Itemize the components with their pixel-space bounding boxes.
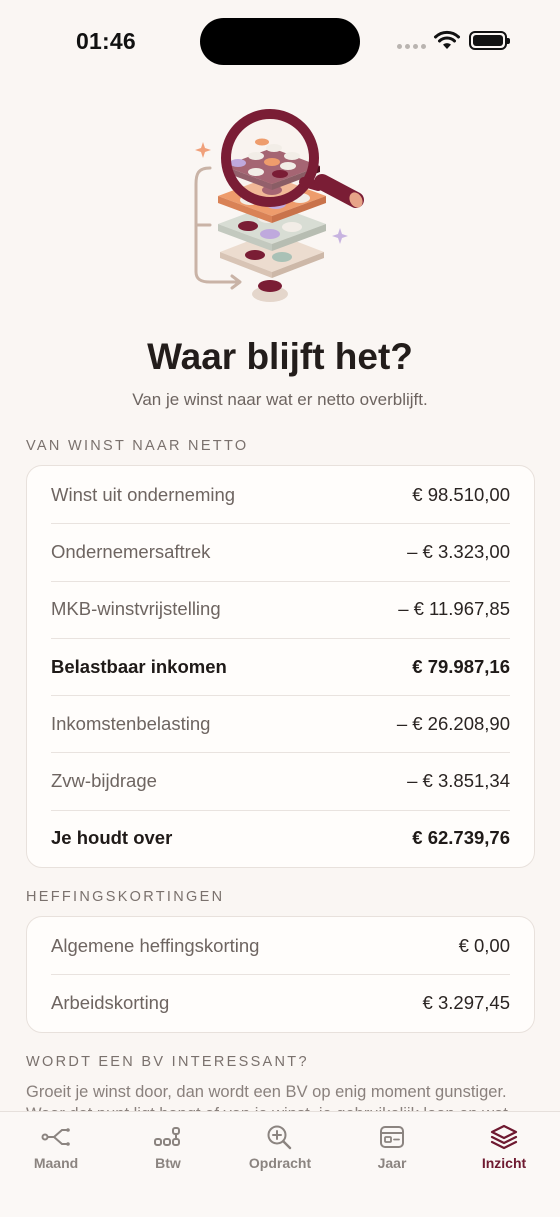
status-bar: 01:46 (0, 0, 560, 84)
tab-label: Inzicht (481, 1155, 527, 1171)
dots-icon (154, 1127, 180, 1146)
row-value: € 0,00 (458, 934, 510, 956)
tab-label: Opdracht (248, 1155, 312, 1171)
tab-inzicht[interactable]: Inzicht (454, 1124, 554, 1171)
row-label: MKB-winstvrijstelling (51, 598, 221, 620)
row-label: Belastbaar inkomen (51, 655, 227, 677)
row-zvw-bijdrage: Zvw-bijdrage – € 3.851,34 (27, 752, 534, 809)
row-value: – € 11.967,85 (398, 598, 510, 620)
signal-icon (397, 44, 426, 49)
row-value: € 79.987,16 (412, 655, 510, 677)
page-title: Waar blijft het? (147, 336, 413, 377)
row-value: – € 3.851,34 (407, 770, 510, 792)
row-label: Ondernemersaftrek (51, 540, 211, 562)
tab-label: Maand (33, 1155, 79, 1171)
row-label: Winst uit onderneming (51, 483, 236, 505)
row-je-houdt-over: Je houdt over € 62.739,76 (27, 809, 534, 867)
dynamic-island (200, 18, 360, 65)
row-value: – € 3.323,00 (407, 540, 510, 562)
status-time: 01:46 (76, 28, 136, 54)
row-label: Arbeidskorting (51, 991, 170, 1013)
row-value: € 98.510,00 (412, 483, 510, 505)
tab-maand[interactable]: Maand (6, 1124, 106, 1171)
wifi-icon (434, 30, 460, 49)
tab-label: Jaar (377, 1155, 407, 1171)
row-mkb-winstvrijstelling: MKB-winstvrijstelling – € 11.967,85 (27, 580, 534, 638)
tab-label: Btw (155, 1155, 181, 1171)
layers-icon (490, 1124, 518, 1150)
row-label: Zvw-bijdrage (51, 770, 157, 792)
row-inkomstenbelasting: Inkomstenbelasting – € 26.208,90 (27, 695, 534, 752)
tab-opdracht[interactable]: Opdracht (230, 1124, 330, 1171)
row-label: Algemene heffingskorting (51, 934, 260, 956)
row-value: – € 26.208,90 (396, 712, 510, 734)
row-belastbaar-inkomen: Belastbaar inkomen € 79.987,16 (27, 637, 534, 695)
row-ondernemersaftrek: Ondernemersaftrek – € 3.323,00 (27, 523, 534, 580)
tab-bar: Maand Btw Opdracht Jaar Inzicht (0, 1111, 560, 1217)
row-winst: Winst uit onderneming € 98.510,00 (27, 466, 534, 523)
row-value: € 3.297,45 (422, 991, 510, 1013)
layers-magnifier-illustration (194, 109, 364, 302)
page-subtitle: Van je winst naar wat er netto overblijf… (132, 390, 428, 409)
row-label: Je houdt over (51, 827, 173, 849)
section-label-bv: WORDT EEN BV INTERESSANT? (26, 1054, 309, 1070)
battery-icon (469, 31, 510, 50)
row-algemene-heffingskorting: Algemene heffingskorting € 0,00 (27, 917, 534, 974)
tax-credits-card: Algemene heffingskorting € 0,00 Arbeidsk… (26, 916, 535, 1033)
card-icon (380, 1126, 404, 1148)
section-label-net: VAN WINST NAAR NETTO (26, 438, 249, 454)
tab-btw[interactable]: Btw (118, 1124, 218, 1171)
tab-jaar[interactable]: Jaar (342, 1124, 442, 1171)
branch-icon (41, 1128, 70, 1146)
net-breakdown-card: Winst uit onderneming € 98.510,00 Ondern… (26, 465, 535, 869)
row-value: € 62.739,76 (412, 827, 510, 849)
section-label-credits: HEFFINGSKORTINGEN (26, 889, 225, 905)
row-label: Inkomstenbelasting (51, 712, 211, 734)
zoom-in-icon (267, 1125, 292, 1150)
row-arbeidskorting: Arbeidskorting € 3.297,45 (27, 974, 534, 1031)
